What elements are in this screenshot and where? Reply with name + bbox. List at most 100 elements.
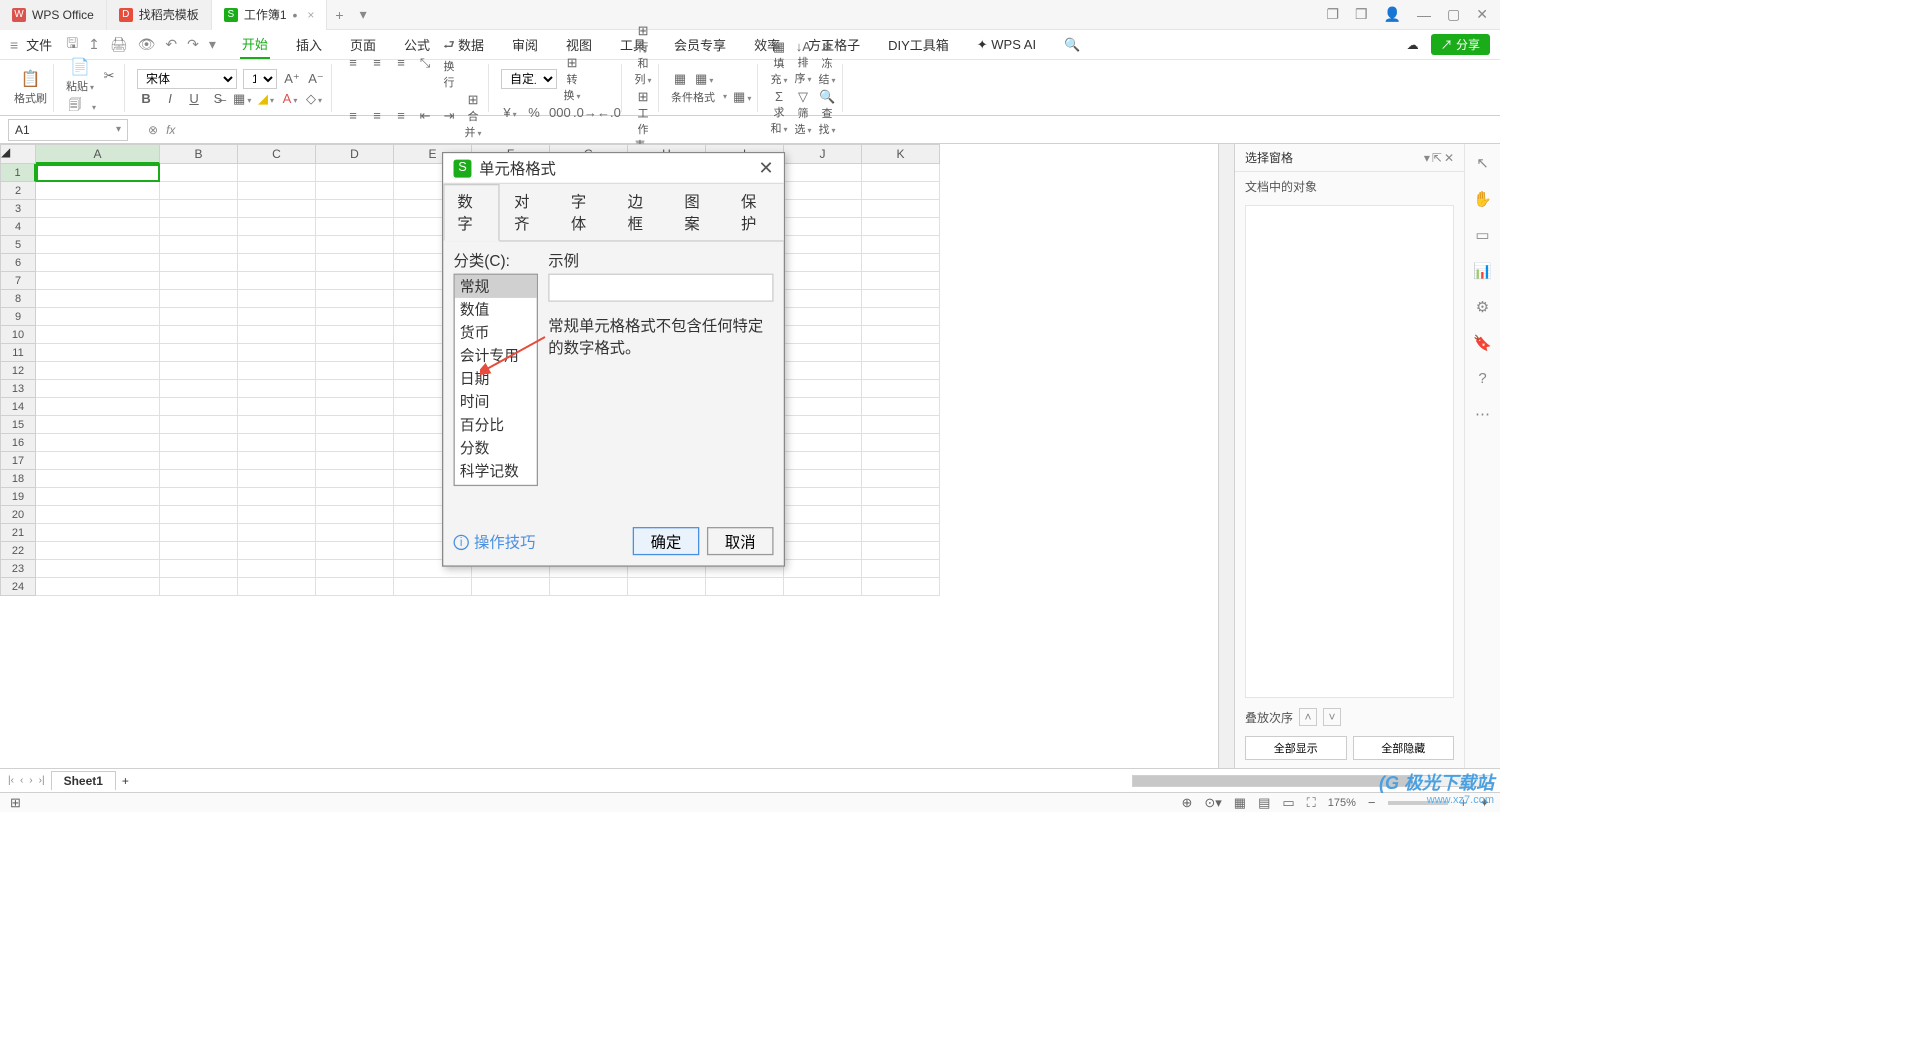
cat-percent[interactable]: 百分比 xyxy=(455,413,537,436)
cell[interactable] xyxy=(160,362,238,380)
hide-all-button[interactable]: 全部隐藏 xyxy=(1353,736,1455,760)
dialog-tab-font[interactable]: 字体 xyxy=(557,184,614,240)
cell[interactable] xyxy=(160,254,238,272)
cell[interactable] xyxy=(784,578,862,596)
align-right-icon[interactable]: ≡ xyxy=(392,108,410,123)
cat-date[interactable]: 日期 xyxy=(455,367,537,390)
dialog-tab-align[interactable]: 对齐 xyxy=(500,184,557,240)
cell[interactable] xyxy=(784,380,862,398)
cell[interactable] xyxy=(238,578,316,596)
cell[interactable] xyxy=(862,398,940,416)
share-button[interactable]: ↗ 分享 xyxy=(1431,34,1490,55)
cell[interactable] xyxy=(784,362,862,380)
cell[interactable] xyxy=(316,380,394,398)
cell[interactable] xyxy=(160,182,238,200)
cell[interactable] xyxy=(160,578,238,596)
row-header[interactable]: 22 xyxy=(0,542,36,560)
cell[interactable] xyxy=(238,164,316,182)
cell-style-icon[interactable]: ▦▾ xyxy=(695,71,713,87)
cell[interactable] xyxy=(550,578,628,596)
tips-link[interactable]: i 操作技巧 xyxy=(454,531,536,553)
wps-ai-button[interactable]: ✦ WPS AI xyxy=(975,33,1038,57)
first-sheet-icon[interactable]: |‹ xyxy=(8,775,14,786)
cell[interactable] xyxy=(316,182,394,200)
cell[interactable] xyxy=(316,434,394,452)
cell[interactable] xyxy=(160,524,238,542)
indent-inc-icon[interactable]: ⇥ xyxy=(440,108,458,124)
cell[interactable] xyxy=(862,272,940,290)
ribbon-tab-member[interactable]: 会员专享 xyxy=(672,31,728,58)
cell[interactable] xyxy=(862,344,940,362)
row-header[interactable]: 23 xyxy=(0,560,36,578)
cell[interactable] xyxy=(862,290,940,308)
row-header[interactable]: 6 xyxy=(0,254,36,272)
category-list[interactable]: 常规 数值 货币 会计专用 日期 时间 百分比 分数 科学记数 文本 特殊 自定… xyxy=(454,274,538,486)
format-painter-button[interactable]: 📋格式刷 xyxy=(14,69,47,106)
cell[interactable] xyxy=(160,380,238,398)
cube-icon[interactable]: ❒ xyxy=(1355,6,1368,23)
dec-dec-icon[interactable]: ←.0 xyxy=(597,105,615,120)
cell[interactable] xyxy=(784,416,862,434)
cell[interactable] xyxy=(784,542,862,560)
decrease-font-icon[interactable]: A⁻ xyxy=(307,71,325,87)
cell[interactable] xyxy=(862,488,940,506)
dialog-tab-pattern[interactable]: 图案 xyxy=(670,184,727,240)
cell[interactable] xyxy=(862,182,940,200)
app-tab-wps[interactable]: W WPS Office xyxy=(0,0,107,30)
col-header-j[interactable]: J xyxy=(784,144,862,164)
ribbon-tab-diy[interactable]: DIY工具箱 xyxy=(886,31,951,58)
cell[interactable] xyxy=(238,416,316,434)
dec-inc-icon[interactable]: .0→ xyxy=(573,105,591,120)
align-bottom-icon[interactable]: ≡ xyxy=(392,55,410,70)
cancel-button[interactable]: 取消 xyxy=(707,527,774,555)
app-tab-docer[interactable]: D 找稻壳模板 xyxy=(107,0,212,30)
cell[interactable] xyxy=(784,218,862,236)
cell[interactable] xyxy=(238,380,316,398)
cell[interactable] xyxy=(160,560,238,578)
tab-list-dropdown[interactable]: ▾ xyxy=(352,6,375,23)
sheet-tab-1[interactable]: Sheet1 xyxy=(51,771,116,790)
cell[interactable] xyxy=(36,218,160,236)
cat-fraction[interactable]: 分数 xyxy=(455,436,537,459)
cell[interactable] xyxy=(160,326,238,344)
cell[interactable] xyxy=(36,434,160,452)
row-header[interactable]: 15 xyxy=(0,416,36,434)
cell[interactable] xyxy=(862,542,940,560)
view-full-icon[interactable]: ⛶ xyxy=(1307,795,1316,811)
col-header-k[interactable]: K xyxy=(862,144,940,164)
cell[interactable] xyxy=(784,272,862,290)
hamburger-icon[interactable]: ≡ xyxy=(10,37,18,53)
send-backward-button[interactable]: ˅ xyxy=(1323,708,1341,726)
minimize-icon[interactable]: — xyxy=(1417,7,1431,23)
font-color-icon[interactable]: A▾ xyxy=(281,91,299,106)
cell[interactable] xyxy=(706,578,784,596)
rowcol-button[interactable]: ⊞ 行和列▾ xyxy=(634,23,652,87)
cell[interactable] xyxy=(160,506,238,524)
cell[interactable] xyxy=(160,434,238,452)
cell[interactable] xyxy=(160,272,238,290)
cell[interactable] xyxy=(784,308,862,326)
search-icon[interactable]: 🔍 xyxy=(1062,33,1082,57)
cell[interactable] xyxy=(394,578,472,596)
close-tab-icon[interactable]: × xyxy=(307,8,314,22)
cell[interactable] xyxy=(784,506,862,524)
next-sheet-icon[interactable]: › xyxy=(29,775,32,786)
view-reading-icon[interactable]: ▭ xyxy=(1282,795,1294,811)
cell[interactable] xyxy=(316,272,394,290)
vertical-scrollbar[interactable] xyxy=(1218,144,1234,768)
print-icon[interactable]: 🖨 xyxy=(110,36,128,53)
cell[interactable] xyxy=(784,398,862,416)
show-all-button[interactable]: 全部显示 xyxy=(1245,736,1347,760)
table-style-icon[interactable]: ▦ xyxy=(671,71,689,87)
paste-button[interactable]: 📄粘贴▾ xyxy=(66,57,94,94)
cell[interactable] xyxy=(160,218,238,236)
ribbon-tab-insert[interactable]: 插入 xyxy=(294,31,324,58)
file-menu[interactable]: 文件 xyxy=(26,35,52,54)
cell[interactable] xyxy=(862,164,940,182)
row-header[interactable]: 16 xyxy=(0,434,36,452)
cell[interactable] xyxy=(862,434,940,452)
cell[interactable] xyxy=(862,578,940,596)
ribbon-tab-home[interactable]: 开始 xyxy=(240,30,270,59)
row-header[interactable]: 18 xyxy=(0,470,36,488)
display-settings-icon[interactable]: ⊕ xyxy=(1181,795,1192,811)
